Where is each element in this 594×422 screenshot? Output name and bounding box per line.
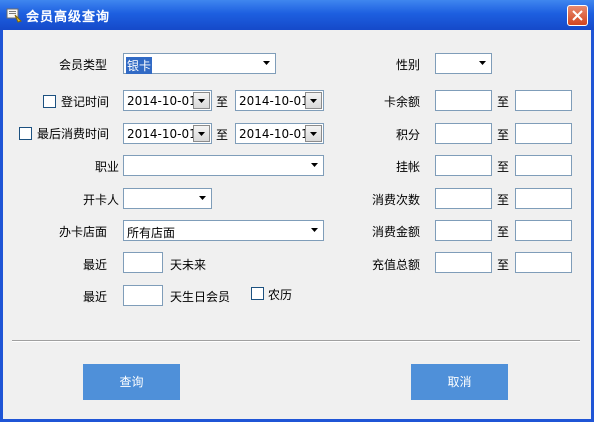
member-type-select[interactable]: 银卡: [123, 53, 276, 74]
dialog-body: 会员类型 银卡 性别 登记时间 2014-10-01 至 2014-10-01: [3, 30, 591, 419]
lunar-label: 农历: [268, 288, 293, 302]
last-consume-to-label: 至: [216, 128, 229, 142]
credit-to-label: 至: [497, 160, 510, 174]
date-dropdown-button[interactable]: [193, 92, 210, 109]
register-time-from-picker[interactable]: 2014-10-01: [123, 90, 212, 111]
lunar-checkbox[interactable]: [251, 287, 264, 300]
balance-to-input[interactable]: [515, 90, 572, 111]
chevron-down-icon: [310, 132, 317, 136]
credit-from-input[interactable]: [435, 155, 492, 176]
chevron-down-icon: [198, 99, 205, 103]
consume-count-to-input[interactable]: [515, 188, 572, 209]
gender-select[interactable]: [435, 53, 492, 74]
recent-visit-suffix: 天未来: [170, 258, 207, 272]
consume-count-label: 消费次数: [372, 193, 421, 207]
balance-to-label: 至: [497, 95, 510, 109]
points-label: 积分: [396, 128, 421, 142]
register-time-checkbox[interactable]: [43, 95, 56, 108]
recent-birthday-label: 最近: [83, 290, 108, 304]
close-icon: [572, 10, 583, 21]
occupation-label: 职业: [95, 160, 120, 174]
consume-amount-to-label: 至: [497, 225, 510, 239]
store-label: 办卡店面: [59, 225, 108, 239]
issuer-label: 开卡人: [83, 193, 120, 207]
recharge-total-to-label: 至: [497, 258, 510, 272]
store-value: 所有店面: [127, 226, 176, 240]
chevron-down-icon[interactable]: [196, 192, 209, 205]
member-type-value: 银卡: [126, 57, 153, 74]
date-dropdown-button[interactable]: [305, 92, 322, 109]
window-title: 会员高级查询: [26, 10, 111, 25]
occupation-select[interactable]: [123, 155, 324, 176]
last-consume-from-value: 2014-10-01: [127, 127, 197, 141]
last-consume-from-picker[interactable]: 2014-10-01: [123, 123, 212, 144]
consume-count-to-label: 至: [497, 193, 510, 207]
register-time-to-label: 至: [216, 95, 229, 109]
register-time-from-value: 2014-10-01: [127, 94, 197, 108]
recharge-total-to-input[interactable]: [515, 252, 572, 273]
chevron-down-icon[interactable]: [476, 57, 489, 70]
chevron-down-icon: [310, 99, 317, 103]
chevron-down-icon[interactable]: [308, 159, 321, 172]
points-from-input[interactable]: [435, 123, 492, 144]
date-dropdown-button[interactable]: [193, 125, 210, 142]
store-select[interactable]: 所有店面: [123, 220, 324, 241]
register-time-label: 登记时间: [61, 95, 110, 109]
dialog-window: 会员高级查询 会员类型 银卡 性别 登记时间 2014-10-01 至 2014…: [0, 0, 594, 422]
points-to-label: 至: [497, 128, 510, 142]
consume-amount-to-input[interactable]: [515, 220, 572, 241]
member-type-label: 会员类型: [59, 58, 108, 72]
query-button[interactable]: 查询: [83, 364, 180, 400]
credit-to-input[interactable]: [515, 155, 572, 176]
balance-label: 卡余额: [384, 95, 421, 109]
last-consume-to-picker[interactable]: 2014-10-01: [235, 123, 324, 144]
consume-count-from-input[interactable]: [435, 188, 492, 209]
date-dropdown-button[interactable]: [305, 125, 322, 142]
register-time-to-picker[interactable]: 2014-10-01: [235, 90, 324, 111]
last-consume-to-value: 2014-10-01: [239, 127, 309, 141]
chevron-down-icon: [198, 132, 205, 136]
credit-label: 挂帐: [396, 160, 421, 174]
consume-amount-label: 消费金额: [372, 225, 421, 239]
consume-amount-from-input[interactable]: [435, 220, 492, 241]
gender-label: 性别: [396, 58, 421, 72]
chevron-down-icon[interactable]: [260, 57, 273, 70]
issuer-select[interactable]: [123, 188, 212, 209]
app-icon: [6, 8, 22, 23]
recent-birthday-suffix: 天生日会员: [170, 290, 231, 304]
last-consume-time-checkbox[interactable]: [19, 127, 32, 140]
recent-birthday-days-input[interactable]: [123, 285, 163, 306]
balance-from-input[interactable]: [435, 90, 492, 111]
chevron-down-icon[interactable]: [308, 224, 321, 237]
title-bar[interactable]: 会员高级查询: [0, 0, 594, 30]
points-to-input[interactable]: [515, 123, 572, 144]
divider: [12, 340, 580, 342]
recharge-total-label: 充值总额: [372, 258, 421, 272]
last-consume-time-label: 最后消费时间: [37, 127, 110, 141]
register-time-to-value: 2014-10-01: [239, 94, 309, 108]
close-button[interactable]: [567, 5, 588, 26]
recent-visit-label: 最近: [83, 258, 108, 272]
cancel-button[interactable]: 取消: [411, 364, 508, 400]
recharge-total-from-input[interactable]: [435, 252, 492, 273]
recent-visit-days-input[interactable]: [123, 252, 163, 273]
